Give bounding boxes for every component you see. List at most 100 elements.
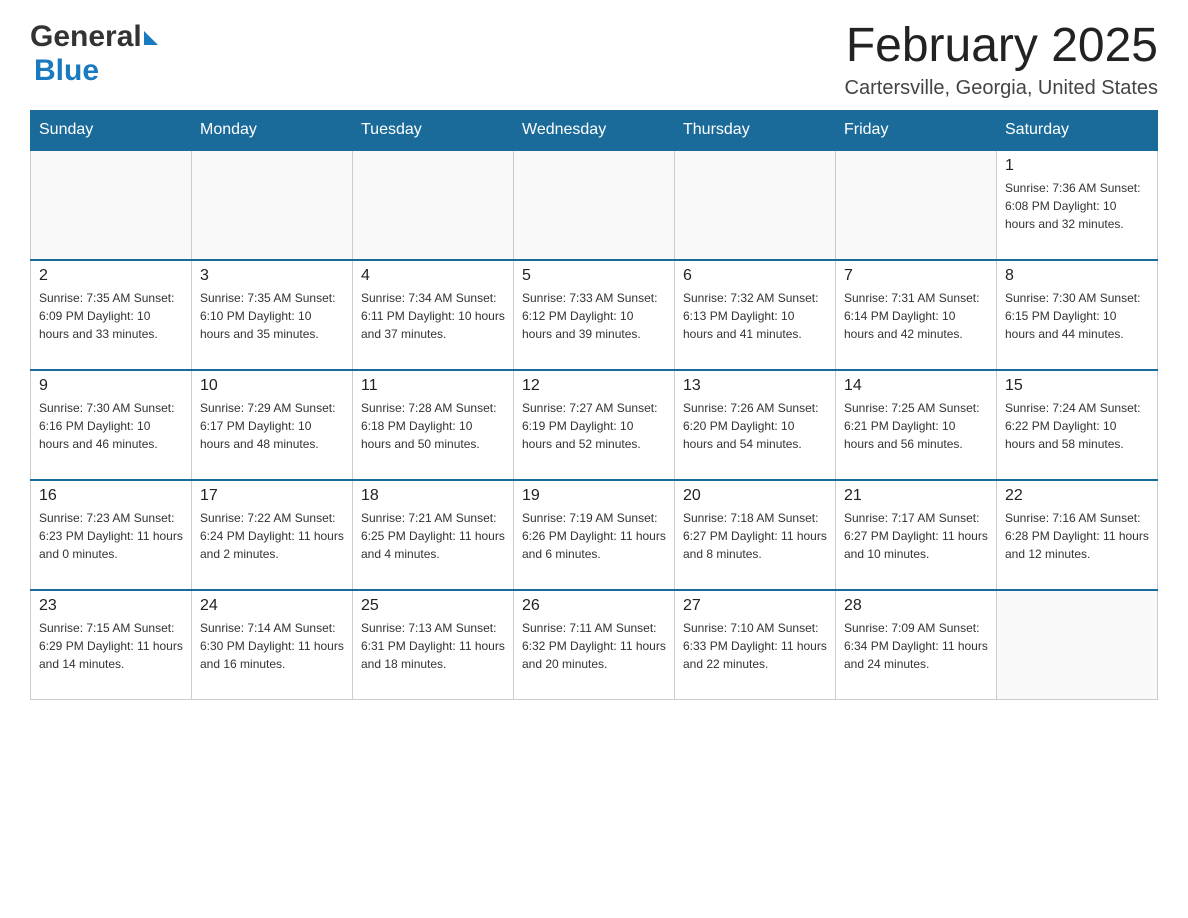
day-number: 2 [39,267,183,285]
day-info: Sunrise: 7:32 AM Sunset: 6:13 PM Dayligh… [683,289,827,343]
calendar-cell: 15Sunrise: 7:24 AM Sunset: 6:22 PM Dayli… [997,370,1158,480]
day-info: Sunrise: 7:34 AM Sunset: 6:11 PM Dayligh… [361,289,505,343]
day-number: 28 [844,597,988,615]
day-info: Sunrise: 7:27 AM Sunset: 6:19 PM Dayligh… [522,399,666,453]
calendar-cell: 3Sunrise: 7:35 AM Sunset: 6:10 PM Daylig… [192,260,353,370]
day-of-week-header: Sunday [31,110,192,150]
day-info: Sunrise: 7:19 AM Sunset: 6:26 PM Dayligh… [522,509,666,563]
calendar-cell [31,150,192,260]
month-title: February 2025 [845,20,1158,73]
day-info: Sunrise: 7:21 AM Sunset: 6:25 PM Dayligh… [361,509,505,563]
calendar-cell: 2 Sunrise: 7:35 AM Sunset: 6:09 PM Daylig… [31,260,192,370]
calendar-cell [192,150,353,260]
day-info: Sunrise: 7:11 AM Sunset: 6:32 PM Dayligh… [522,619,666,673]
day-info: Sunrise: 7:35 AM Sunset: 6:09 PM Dayligh… [39,289,183,343]
day-number: 16 [39,487,183,505]
day-info: Sunrise: 7:16 AM Sunset: 6:28 PM Dayligh… [1005,509,1149,563]
day-info: Sunrise: 7:30 AM Sunset: 6:15 PM Dayligh… [1005,289,1149,343]
day-number: 9 [39,377,183,395]
day-info: Sunrise: 7:30 AM Sunset: 6:16 PM Dayligh… [39,399,183,453]
calendar-cell: 6 Sunrise: 7:32 AM Sunset: 6:13 PM Daylig… [675,260,836,370]
calendar-cell: 17 Sunrise: 7:22 AM Sunset: 6:24 PM Dayli… [192,480,353,590]
calendar-cell: 24 Sunrise: 7:14 AM Sunset: 6:30 PM Dayli… [192,590,353,700]
calendar-cell: 27 Sunrise: 7:10 AM Sunset: 6:33 PM Dayli… [675,590,836,700]
day-number: 25 [361,597,505,615]
day-number: 7 [844,267,988,285]
day-number: 21 [844,487,988,505]
day-number: 11 [361,377,505,395]
day-info: Sunrise: 7:18 AM Sunset: 6:27 PM Dayligh… [683,509,827,563]
calendar-cell: 8 Sunrise: 7:30 AM Sunset: 6:15 PM Daylig… [997,260,1158,370]
calendar-cell [514,150,675,260]
calendar-cell: 7 Sunrise: 7:31 AM Sunset: 6:14 PM Daylig… [836,260,997,370]
calendar-cell: 18Sunrise: 7:21 AM Sunset: 6:25 PM Dayli… [353,480,514,590]
day-number: 19 [522,487,666,505]
day-info: Sunrise: 7:28 AM Sunset: 6:18 PM Dayligh… [361,399,505,453]
day-info: Sunrise: 7:24 AM Sunset: 6:22 PM Dayligh… [1005,399,1149,453]
calendar-week: 23Sunrise: 7:15 AM Sunset: 6:29 PM Dayli… [31,590,1158,700]
calendar-cell [353,150,514,260]
day-of-week-header: Thursday [675,110,836,150]
calendar-cell [675,150,836,260]
calendar-cell: 9 Sunrise: 7:30 AM Sunset: 6:16 PM Daylig… [31,370,192,480]
logo-blue-text: Blue [34,54,99,87]
calendar-body: 1 Sunrise: 7:36 AM Sunset: 6:08 PM Daylig… [31,150,1158,700]
day-number: 8 [1005,267,1149,285]
day-number: 14 [844,377,988,395]
day-number: 17 [200,487,344,505]
calendar-table: SundayMondayTuesdayWednesdayThursdayFrid… [30,110,1158,701]
day-number: 20 [683,487,827,505]
calendar-cell: 23Sunrise: 7:15 AM Sunset: 6:29 PM Dayli… [31,590,192,700]
calendar-cell: 11 Sunrise: 7:28 AM Sunset: 6:18 PM Dayli… [353,370,514,480]
day-info: Sunrise: 7:23 AM Sunset: 6:23 PM Dayligh… [39,509,183,563]
day-number: 22 [1005,487,1149,505]
calendar-cell: 10Sunrise: 7:29 AM Sunset: 6:17 PM Dayli… [192,370,353,480]
day-of-week-header: Monday [192,110,353,150]
calendar-header: SundayMondayTuesdayWednesdayThursdayFrid… [31,110,1158,150]
calendar-cell: 12 Sunrise: 7:27 AM Sunset: 6:19 PM Dayli… [514,370,675,480]
calendar-cell: 28 Sunrise: 7:09 AM Sunset: 6:34 PM Dayli… [836,590,997,700]
day-info: Sunrise: 7:13 AM Sunset: 6:31 PM Dayligh… [361,619,505,673]
day-number: 12 [522,377,666,395]
day-number: 6 [683,267,827,285]
day-number: 13 [683,377,827,395]
calendar-cell [997,590,1158,700]
header-row: SundayMondayTuesdayWednesdayThursdayFrid… [31,110,1158,150]
day-info: Sunrise: 7:26 AM Sunset: 6:20 PM Dayligh… [683,399,827,453]
location-text: Cartersville, Georgia, United States [845,77,1158,100]
day-info: Sunrise: 7:10 AM Sunset: 6:33 PM Dayligh… [683,619,827,673]
day-number: 27 [683,597,827,615]
day-of-week-header: Saturday [997,110,1158,150]
day-info: Sunrise: 7:09 AM Sunset: 6:34 PM Dayligh… [844,619,988,673]
day-number: 1 [1005,157,1149,175]
day-info: Sunrise: 7:29 AM Sunset: 6:17 PM Dayligh… [200,399,344,453]
day-number: 24 [200,597,344,615]
calendar-week: 2 Sunrise: 7:35 AM Sunset: 6:09 PM Daylig… [31,260,1158,370]
day-info: Sunrise: 7:25 AM Sunset: 6:21 PM Dayligh… [844,399,988,453]
calendar-cell [836,150,997,260]
day-of-week-header: Friday [836,110,997,150]
calendar-week: 1 Sunrise: 7:36 AM Sunset: 6:08 PM Daylig… [31,150,1158,260]
calendar-cell: 14 Sunrise: 7:25 AM Sunset: 6:21 PM Dayli… [836,370,997,480]
day-info: Sunrise: 7:22 AM Sunset: 6:24 PM Dayligh… [200,509,344,563]
day-number: 23 [39,597,183,615]
calendar-cell: 21Sunrise: 7:17 AM Sunset: 6:27 PM Dayli… [836,480,997,590]
calendar-cell: 26 Sunrise: 7:11 AM Sunset: 6:32 PM Dayli… [514,590,675,700]
day-info: Sunrise: 7:31 AM Sunset: 6:14 PM Dayligh… [844,289,988,343]
calendar-cell: 5 Sunrise: 7:33 AM Sunset: 6:12 PM Daylig… [514,260,675,370]
title-section: February 2025 Cartersville, Georgia, Uni… [845,20,1158,100]
calendar-cell: 22 Sunrise: 7:16 AM Sunset: 6:28 PM Dayli… [997,480,1158,590]
calendar-cell: 16 Sunrise: 7:23 AM Sunset: 6:23 PM Dayli… [31,480,192,590]
day-number: 26 [522,597,666,615]
day-info: Sunrise: 7:14 AM Sunset: 6:30 PM Dayligh… [200,619,344,673]
day-info: Sunrise: 7:33 AM Sunset: 6:12 PM Dayligh… [522,289,666,343]
logo-arrow-icon [144,31,158,45]
calendar-week: 9 Sunrise: 7:30 AM Sunset: 6:16 PM Daylig… [31,370,1158,480]
day-info: Sunrise: 7:36 AM Sunset: 6:08 PM Dayligh… [1005,179,1149,233]
day-info: Sunrise: 7:35 AM Sunset: 6:10 PM Dayligh… [200,289,344,343]
calendar-week: 16 Sunrise: 7:23 AM Sunset: 6:23 PM Dayli… [31,480,1158,590]
day-number: 4 [361,267,505,285]
day-number: 5 [522,267,666,285]
calendar-cell: 4 Sunrise: 7:34 AM Sunset: 6:11 PM Daylig… [353,260,514,370]
calendar-cell: 13 Sunrise: 7:26 AM Sunset: 6:20 PM Dayli… [675,370,836,480]
